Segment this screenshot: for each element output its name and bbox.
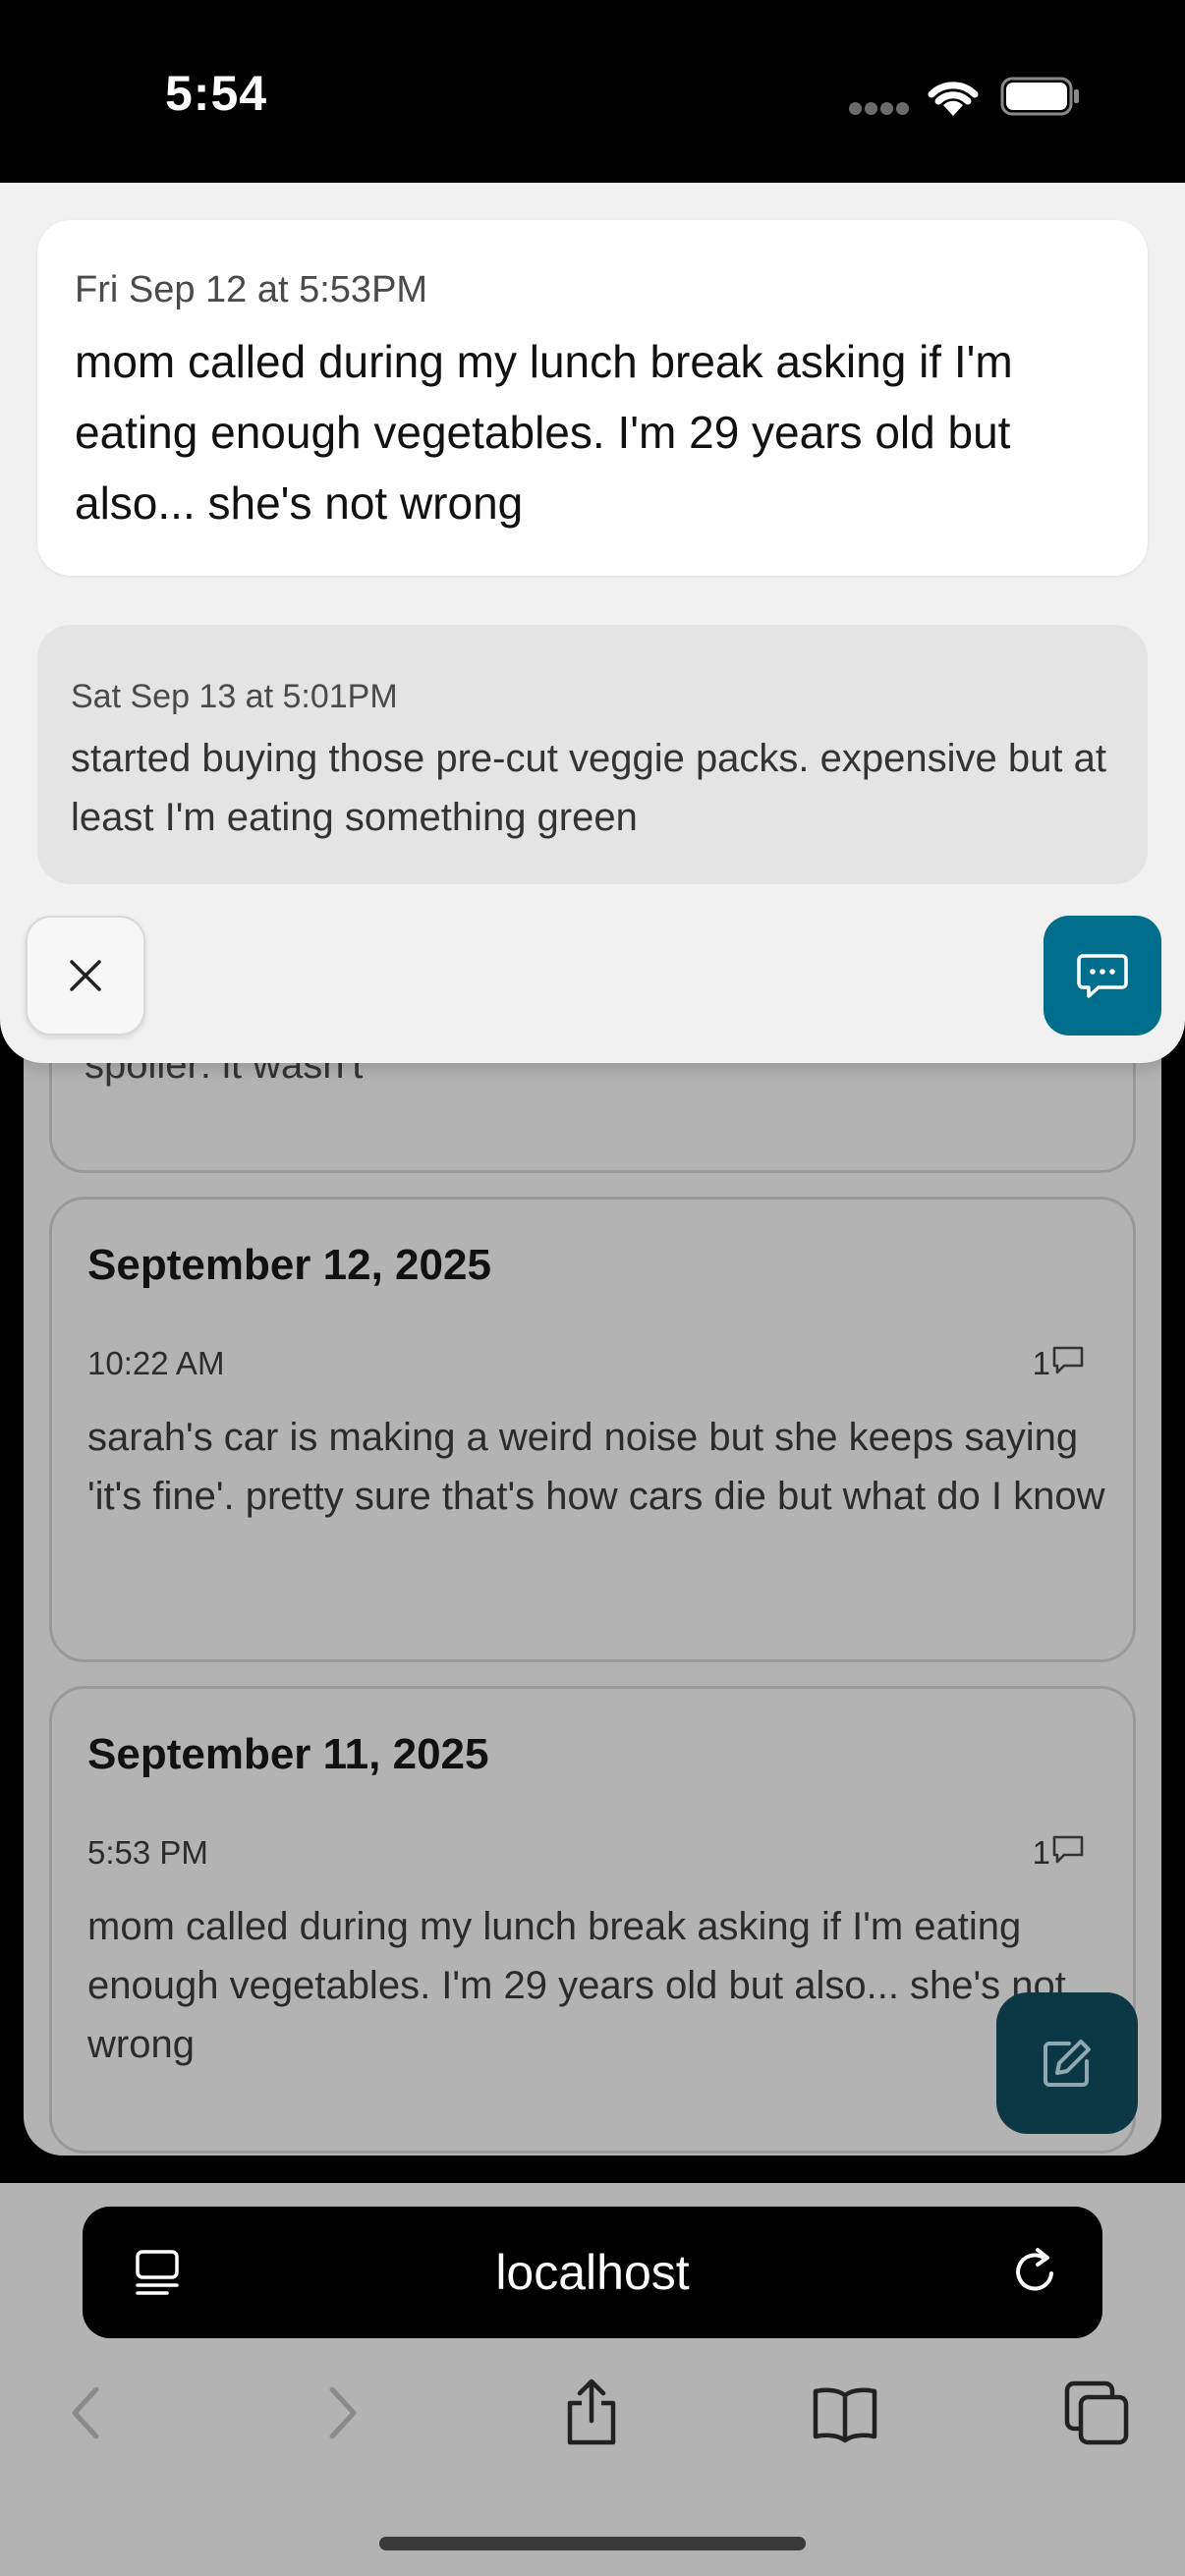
reload-icon[interactable] (1008, 2244, 1063, 2299)
address-text: localhost (495, 2245, 690, 2300)
comment-count: 1 (1032, 1345, 1050, 1381)
entry-date: September 12, 2025 (87, 1241, 491, 1289)
cellular-signal-icon (849, 102, 910, 116)
entry-card[interactable]: September 12, 2025 10:22 AM 1 sarah's ca… (49, 1197, 1136, 1662)
comment-timestamp: Sat Sep 13 at 5:01PM (71, 678, 398, 715)
close-button[interactable] (26, 916, 145, 1036)
wifi-icon (928, 82, 979, 116)
forward-icon[interactable] (307, 2378, 377, 2448)
entry-date: September 11, 2025 (87, 1730, 489, 1778)
compose-button[interactable] (996, 1992, 1138, 2134)
tabs-icon[interactable] (1061, 2378, 1132, 2448)
comment-bubble: Sat Sep 13 at 5:01PM started buying thos… (37, 625, 1148, 884)
status-bar: 5:54 (0, 0, 1185, 183)
status-time: 5:54 (165, 66, 268, 121)
highlighted-entry: Fri Sep 12 at 5:53PM mom called during m… (37, 220, 1148, 576)
close-icon (70, 960, 101, 991)
entry-card[interactable]: September 11, 2025 5:53 PM 1 mom called … (49, 1686, 1136, 2154)
comment-count: 1 (1032, 1834, 1050, 1871)
back-icon[interactable] (51, 2378, 122, 2448)
entry-text: sarah's car is making a weird noise but … (87, 1416, 1105, 1518)
entry-timestamp: Fri Sep 12 at 5:53PM (75, 269, 428, 310)
chat-bubble-icon (1077, 954, 1128, 998)
battery-icon (1000, 77, 1079, 116)
entry-time: 10:22 AM (87, 1345, 225, 1381)
comment-text: started buying those pre-cut veggie pack… (71, 737, 1106, 839)
add-comment-button[interactable] (1044, 916, 1161, 1036)
share-icon[interactable] (556, 2378, 627, 2448)
entry-text: mom called during my lunch break asking … (75, 336, 1013, 529)
entry-time: 5:53 PM (87, 1834, 208, 1871)
address-bar[interactable]: localhost (83, 2207, 1102, 2338)
bookmarks-icon[interactable] (810, 2378, 880, 2448)
home-indicator (379, 2537, 806, 2550)
edit-icon (1044, 2040, 1091, 2087)
comment-icon[interactable] (1050, 1343, 1086, 1378)
comment-icon[interactable] (1050, 1832, 1086, 1868)
entry-text: mom called during my lunch break asking … (87, 1905, 1066, 2066)
